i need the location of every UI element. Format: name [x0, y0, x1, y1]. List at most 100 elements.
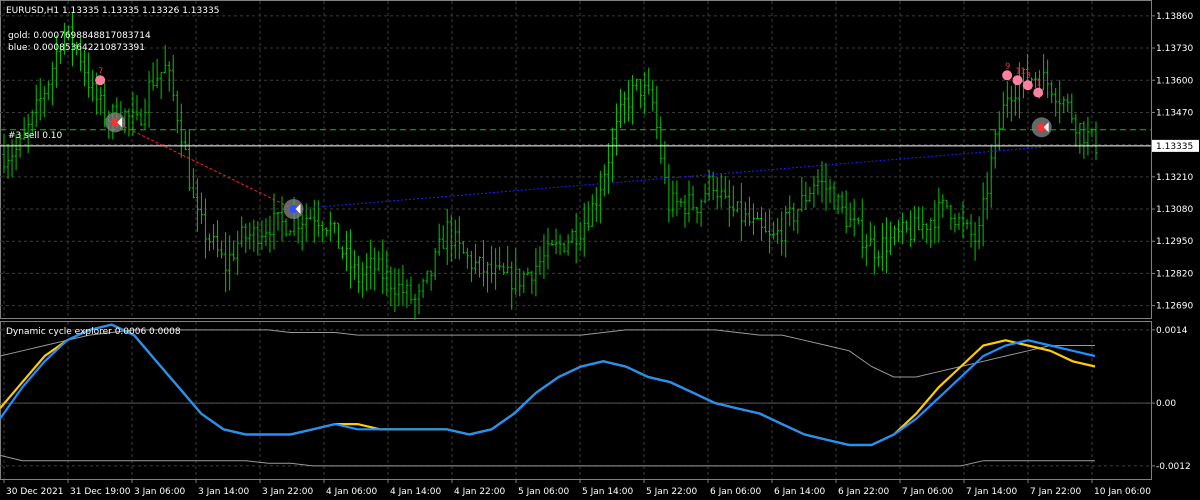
candle [784, 205, 788, 258]
candle [667, 163, 671, 223]
candle [941, 194, 945, 218]
candle [441, 225, 445, 249]
candle [46, 80, 50, 101]
candle [506, 245, 510, 274]
candle [816, 169, 820, 196]
x-tick-label: 4 Jan 14:00 [390, 487, 442, 497]
candle [490, 245, 494, 284]
candle [860, 198, 864, 259]
x-tick-label: 30 Dec 2021 [6, 487, 64, 497]
signal-marker-label: 7 [98, 66, 103, 75]
candle [38, 78, 42, 121]
trading-chart[interactable]: 7 9 11 3 1 30 Dec 2021 31 Dec 19:00 3 Jan 06:0… [0, 0, 1200, 500]
candle [494, 248, 498, 290]
candle [381, 239, 385, 294]
candle [880, 222, 884, 272]
candle [1009, 85, 1013, 122]
candle [610, 127, 614, 182]
candle [852, 198, 856, 237]
x-tick-label: 3 Jan 22:00 [262, 487, 314, 497]
candle [264, 218, 268, 247]
candle [199, 192, 203, 224]
candle [872, 225, 876, 275]
candle [796, 208, 800, 234]
signal-marker [1033, 87, 1044, 98]
candle [2, 134, 6, 174]
candle [824, 163, 828, 211]
candle [977, 216, 981, 250]
x-tick-label: 6 Jan 14:00 [774, 487, 826, 497]
candle [558, 234, 562, 256]
x-tick-label: 3 Jan 06:00 [134, 487, 186, 497]
candle [1070, 93, 1074, 124]
candle [308, 208, 312, 220]
y-tick-label: 1.12820 [1156, 269, 1193, 279]
x-tick-label: 7 Jan 14:00 [966, 487, 1018, 497]
y-tick-label: 1.12690 [1156, 302, 1193, 312]
candle [477, 256, 481, 278]
candle [586, 201, 590, 231]
x-tick-label: 6 Jan 22:00 [838, 487, 890, 497]
candle [945, 199, 949, 209]
candle [369, 239, 373, 290]
candle [135, 95, 139, 121]
candle [469, 250, 473, 282]
candle [590, 194, 594, 227]
candle [397, 268, 401, 307]
gold-value-text: gold: 0.0007698848817083714 [8, 31, 151, 41]
candle [421, 278, 425, 298]
candle [884, 217, 888, 274]
candle [34, 84, 38, 127]
candle [804, 181, 808, 210]
candle [252, 219, 256, 252]
x-tick-label: 3 Jan 14:00 [198, 487, 250, 497]
candle [91, 69, 95, 102]
candle [925, 223, 929, 244]
candle [739, 182, 743, 242]
candle [377, 251, 381, 271]
candle [856, 217, 860, 225]
candle [340, 246, 344, 260]
candle [723, 175, 727, 200]
signal-marker-label: 1 [1036, 79, 1041, 88]
candle [486, 261, 490, 293]
candle [953, 213, 957, 233]
candle [639, 79, 643, 109]
candle [236, 230, 240, 276]
candle [760, 206, 764, 241]
y-tick-label: 1.13860 [1156, 12, 1193, 22]
candle [727, 179, 731, 227]
symbol-header: EURUSD,H1 1.13335 1.13335 1.13326 1.1333… [6, 6, 219, 16]
candle [328, 211, 332, 242]
candle [719, 173, 723, 208]
indicator-title: Dynamic cycle explorer 0.0006 0.0008 [6, 327, 181, 337]
candle [191, 168, 195, 199]
signal-marker-label: 9 [1005, 61, 1010, 70]
signal-marker [1012, 75, 1023, 86]
candle [691, 185, 695, 211]
candle [699, 199, 703, 227]
candle [828, 178, 832, 203]
candle [268, 215, 272, 253]
candle [373, 247, 377, 291]
candle [216, 220, 220, 258]
candle [820, 161, 824, 203]
candle [6, 144, 10, 179]
candle [619, 88, 622, 128]
candle [921, 206, 925, 240]
chart-svg[interactable]: 7 9 1131 30 Dec 2021 31 Dec 19:00 3 Jan 06:0… [0, 0, 1200, 500]
candle [768, 209, 772, 254]
candle [582, 203, 586, 257]
candle [312, 199, 316, 243]
indicator-layer [0, 323, 1096, 467]
candle [893, 225, 896, 246]
candle [155, 58, 159, 89]
indicator-y-tick-label: 0.0014 [1156, 326, 1188, 336]
y-tick-label: 1.12950 [1156, 237, 1193, 247]
candle [99, 86, 103, 115]
candle [933, 200, 937, 244]
candle [751, 203, 755, 235]
candle [244, 223, 248, 253]
candle [546, 227, 550, 270]
candle [159, 71, 163, 100]
